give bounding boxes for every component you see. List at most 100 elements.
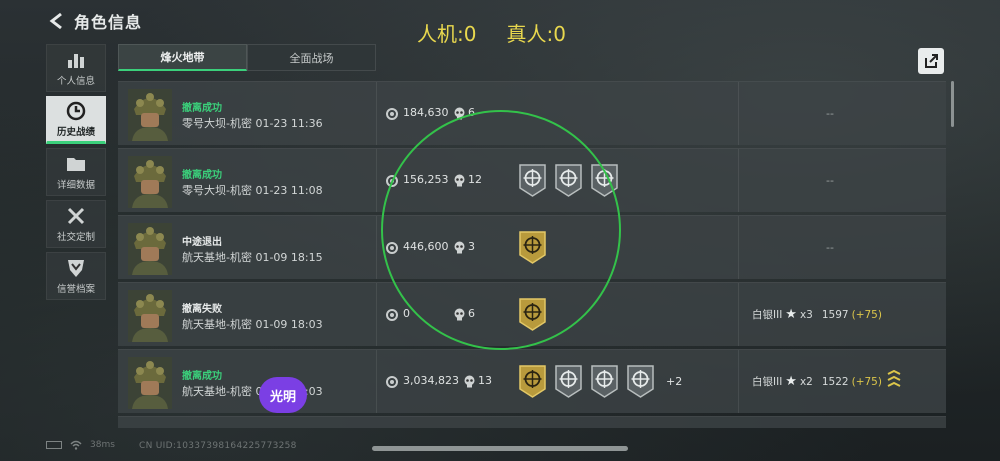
row-divider <box>738 350 739 413</box>
rank-tier: 白银III <box>752 376 783 388</box>
medal-icon[interactable] <box>518 298 547 331</box>
row-divider <box>738 216 739 279</box>
operator-avatar <box>128 357 172 409</box>
rank-info: 白银III ★ x2 1522 (+75) <box>752 374 882 389</box>
star-icon: ★ <box>785 307 797 322</box>
rank-score: 1522 <box>821 375 849 388</box>
money-value: 0 <box>403 307 410 320</box>
rank-delta: (+75) <box>851 375 882 388</box>
money-value: 3,034,823 <box>403 374 459 387</box>
page-title: 角色信息 <box>74 13 143 32</box>
skull-icon <box>454 174 465 187</box>
nav-item-social[interactable]: 社交定制 <box>46 200 106 248</box>
kill-count: 6 <box>468 307 475 320</box>
medal-list: +2 <box>518 365 682 398</box>
match-map-time: 航天基地-机密 01-09 18:15 <box>182 251 323 264</box>
scrollbar[interactable] <box>951 81 954 127</box>
row-divider <box>376 350 377 413</box>
mode-tabs: 烽火地带 全面战场 <box>118 44 376 71</box>
operator-avatar <box>128 290 172 342</box>
rank-score: 1597 <box>821 308 849 321</box>
skull-icon <box>454 107 465 120</box>
money-value: 156,253 <box>403 173 449 186</box>
kill-count: 13 <box>478 374 492 387</box>
nav-label: 详细数据 <box>56 179 95 191</box>
operator-avatar <box>128 156 172 208</box>
match-status: 中途退出 <box>182 237 222 248</box>
money-value: 446,600 <box>403 240 449 253</box>
medal-icon[interactable] <box>590 164 619 197</box>
match-row[interactable]: 撤离成功零号大坝-机密 01-23 11:36 184,630 6 -- <box>118 81 946 145</box>
history-clock-icon <box>65 101 87 121</box>
match-row-partial <box>118 416 946 428</box>
match-status: 撤离成功 <box>182 103 222 114</box>
medal-icon[interactable] <box>626 365 655 398</box>
share-button[interactable] <box>918 48 944 74</box>
folder-icon <box>65 154 87 174</box>
header: 角色信息 <box>46 8 142 34</box>
rank-multiplier: x3 <box>799 308 813 321</box>
match-list: 撤离成功 零号大坝-机密 01-23 11:36 184,630 6 -- 撤离成功 零号大… <box>118 81 946 431</box>
match-status: 撤离成功 <box>182 371 222 382</box>
operator-avatar <box>128 89 172 141</box>
match-map-time: 零号大坝-机密 01-23 11:36 <box>182 117 323 130</box>
tab-firezone[interactable]: 烽火地带 <box>118 44 247 71</box>
match-map-time: 航天基地-机密 01-09 18:03 <box>182 318 323 331</box>
match-row[interactable]: 撤离成功 航天基地-机密 01-09 18:03 3,034,823 13 +2 白银II… <box>118 349 946 413</box>
rank-delta: (+75) <box>851 308 882 321</box>
currency-icon <box>386 108 398 120</box>
rank-empty: -- <box>826 241 834 254</box>
medal-icon[interactable] <box>590 365 619 398</box>
back-arrow-icon <box>49 12 62 30</box>
wifi-icon <box>70 440 82 450</box>
medal-list <box>518 164 619 197</box>
skull-icon <box>464 375 475 388</box>
match-status: 撤离成功 <box>182 170 222 181</box>
medal-icon[interactable] <box>554 365 583 398</box>
match-row[interactable]: 撤离成功 零号大坝-机密 01-23 11:08 156,253 12 -- <box>118 148 946 212</box>
currency-icon <box>386 242 398 254</box>
share-icon <box>925 54 938 68</box>
ping: 38ms <box>90 440 115 450</box>
medal-icon[interactable] <box>518 164 547 197</box>
kill-count: 12 <box>468 173 482 186</box>
back-button[interactable] <box>46 11 66 31</box>
home-indicator[interactable] <box>372 446 628 451</box>
skull-icon <box>454 308 465 321</box>
more-medals-count[interactable]: +2 <box>666 375 682 388</box>
nav-item-personal-info[interactable]: 个人信息 <box>46 44 106 92</box>
nav-item-history[interactable]: 历史战绩 <box>46 96 106 144</box>
player-counters: 人机:0 真人:0 <box>417 18 566 47</box>
footer-status: 38ms <box>46 440 115 450</box>
currency-icon <box>386 175 398 187</box>
uid-text: CN UID:10337398164225773258 <box>139 441 297 451</box>
medal-list <box>518 298 547 331</box>
kill-count: 6 <box>468 106 475 119</box>
medal-icon[interactable] <box>518 231 547 264</box>
rank-empty: -- <box>826 174 834 187</box>
match-row[interactable]: 撤离失败航天基地-机密 01-09 18:03 0 6 白银III ★ x3 1597 (+7… <box>118 282 946 346</box>
row-divider <box>738 283 739 346</box>
nav-item-reputation[interactable]: 信誉档案 <box>46 252 106 300</box>
medal-icon[interactable] <box>554 164 583 197</box>
medal-icon[interactable] <box>518 365 547 398</box>
row-divider <box>376 149 377 212</box>
tab-full-battlefield[interactable]: 全面战场 <box>247 44 376 71</box>
human-counter: 真人:0 <box>506 22 566 46</box>
battery-icon <box>46 441 62 449</box>
nav-item-details[interactable]: 详细数据 <box>46 148 106 196</box>
rank-tier: 白银III <box>752 309 783 321</box>
row-divider <box>376 216 377 279</box>
rank-info: 白银III ★ x3 1597 (+75) <box>752 307 882 322</box>
rank-empty: -- <box>826 107 834 120</box>
player-badge[interactable]: 光明 <box>259 377 307 413</box>
match-status: 撤离失败 <box>182 304 222 315</box>
row-divider <box>738 149 739 212</box>
currency-icon <box>386 376 398 388</box>
money-value: 184,630 <box>403 106 449 119</box>
skull-icon <box>454 241 465 254</box>
operator-avatar <box>128 223 172 275</box>
match-row[interactable]: 中途退出 航天基地-机密 01-09 18:15 446,600 3 -- <box>118 215 946 279</box>
rank-multiplier: x2 <box>799 375 813 388</box>
row-divider <box>376 283 377 346</box>
